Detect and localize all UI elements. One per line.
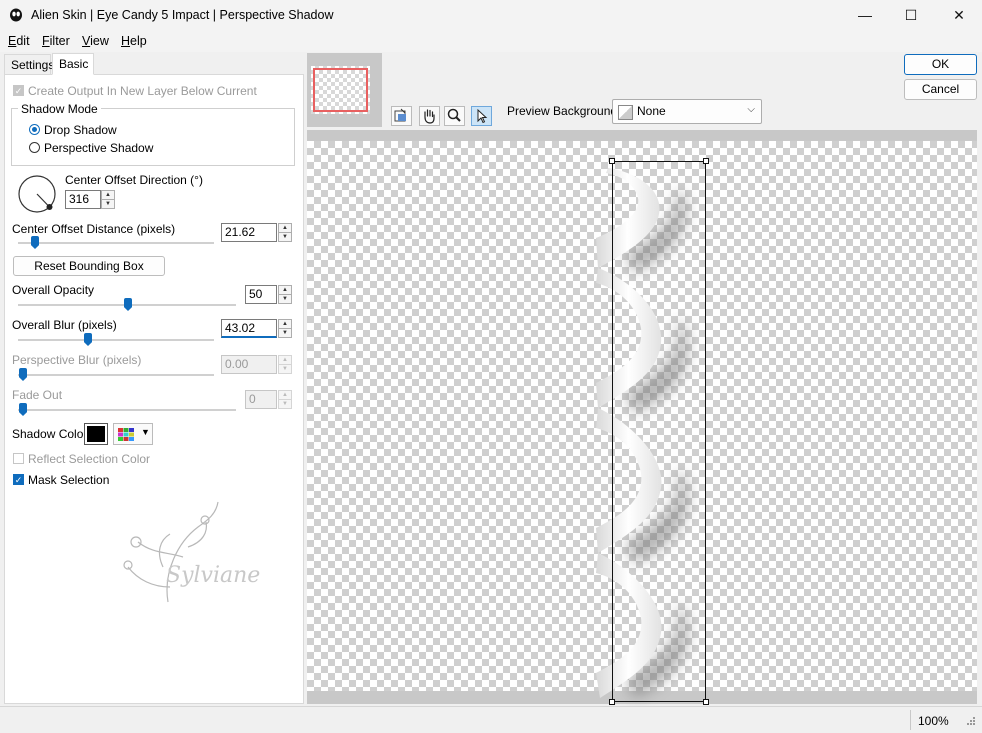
menu-filter[interactable]: Filter bbox=[42, 34, 70, 48]
hand-icon[interactable] bbox=[419, 106, 440, 126]
alien-skin-app-icon bbox=[10, 8, 22, 22]
center-offset-distance-track[interactable] bbox=[18, 242, 214, 244]
reflect-selection-color-checkbox bbox=[13, 453, 24, 464]
overall-blur-label: Overall Blur (pixels) bbox=[12, 318, 117, 332]
overall-opacity-label: Overall Opacity bbox=[12, 283, 95, 297]
fade-out-input: 0 bbox=[245, 390, 277, 409]
bounding-box-handle-br[interactable] bbox=[703, 699, 709, 705]
direction-down-icon[interactable]: ▼ bbox=[101, 199, 115, 209]
create-output-checkbox[interactable]: ✓ bbox=[13, 85, 24, 96]
shadow-color-swatch[interactable] bbox=[84, 423, 108, 445]
opacity-down-icon[interactable]: ▼ bbox=[278, 294, 292, 304]
menu-bar bbox=[0, 31, 982, 52]
preview-background-label: Preview Background: bbox=[507, 104, 621, 118]
close-button[interactable]: ✕ bbox=[936, 0, 982, 31]
fade-out-track bbox=[18, 409, 236, 411]
tab-settings[interactable]: Settings bbox=[4, 54, 54, 74]
transparent-swatch-icon bbox=[618, 105, 633, 120]
status-bar bbox=[0, 706, 982, 733]
create-output-label: Create Output In New Layer Below Current bbox=[28, 84, 257, 98]
minimize-button[interactable]: — bbox=[842, 0, 888, 31]
preview-background-select[interactable]: None ⌵ bbox=[612, 99, 762, 124]
mask-selection-label: Mask Selection bbox=[28, 473, 110, 487]
distance-down-icon[interactable]: ▼ bbox=[278, 232, 292, 242]
reflect-selection-color-label: Reflect Selection Color bbox=[28, 452, 151, 466]
navigator-view-rect[interactable] bbox=[313, 68, 368, 112]
color-picker-dropdown[interactable]: ▼ bbox=[113, 423, 153, 445]
shadow-color-label: Shadow Color bbox=[12, 427, 88, 441]
center-offset-distance-label: Center Offset Distance (pixels) bbox=[12, 222, 176, 236]
drop-shadow-radio[interactable] bbox=[29, 124, 40, 135]
sylviane-watermark: Sylviane bbox=[123, 501, 260, 603]
perspective-shadow-radio[interactable] bbox=[29, 142, 40, 153]
preview-background-value: None bbox=[637, 104, 666, 118]
ok-button[interactable]: OK bbox=[904, 54, 977, 75]
perspective-blur-label: Perspective Blur (pixels) bbox=[12, 353, 142, 367]
menu-view[interactable]: View bbox=[82, 34, 109, 48]
color-palette-icon bbox=[118, 428, 134, 441]
perspective-shadow-label: Perspective Shadow bbox=[44, 141, 154, 155]
menu-help[interactable]: Help bbox=[121, 34, 147, 48]
blur-down-icon[interactable]: ▼ bbox=[278, 328, 292, 338]
status-divider bbox=[910, 710, 911, 730]
arrow-icon[interactable] bbox=[471, 106, 492, 126]
perspective-blur-down-icon: ▼ bbox=[278, 364, 292, 374]
bounding-box-handle-bl[interactable] bbox=[609, 699, 615, 705]
center-offset-direction-label: Center Offset Direction (°) bbox=[65, 173, 203, 187]
reset-bounding-box-button[interactable]: Reset Bounding Box bbox=[13, 256, 165, 276]
bounding-box-handle-tr[interactable] bbox=[703, 158, 709, 164]
bounding-box-tool-icon[interactable] bbox=[391, 106, 412, 126]
bounding-box-handle-tl[interactable] bbox=[609, 158, 615, 164]
resize-grip-icon[interactable] bbox=[964, 716, 976, 728]
watermark-text: Sylviane bbox=[166, 563, 260, 588]
center-offset-direction-input[interactable]: 316 bbox=[65, 190, 101, 209]
chevron-down-icon: ⌵ bbox=[747, 104, 755, 115]
overall-blur-input[interactable]: 43.02 bbox=[221, 319, 277, 338]
maximize-button[interactable]: ☐ bbox=[888, 0, 934, 31]
zoom-level: 100% bbox=[918, 714, 949, 728]
overall-blur-track[interactable] bbox=[18, 339, 214, 341]
mask-selection-checkbox[interactable]: ✓ bbox=[13, 474, 24, 485]
shadow-mode-title: Shadow Mode bbox=[18, 102, 101, 116]
shadow-mode-group bbox=[11, 108, 295, 166]
bounding-box[interactable] bbox=[612, 161, 706, 702]
perspective-blur-input: 0.00 bbox=[221, 355, 277, 374]
cancel-button[interactable]: Cancel bbox=[904, 79, 977, 100]
overall-opacity-input[interactable]: 50 bbox=[245, 285, 277, 304]
center-offset-distance-input[interactable]: 21.62 bbox=[221, 223, 277, 242]
window-title: Alien Skin | Eye Candy 5 Impact | Perspe… bbox=[31, 8, 334, 22]
drop-shadow-label: Drop Shadow bbox=[44, 123, 117, 137]
tab-basic[interactable]: Basic bbox=[52, 53, 94, 75]
chevron-down-icon: ▼ bbox=[141, 427, 150, 437]
fade-out-down-icon: ▼ bbox=[278, 399, 292, 409]
fade-out-label: Fade Out bbox=[12, 388, 63, 402]
perspective-blur-track bbox=[18, 374, 214, 376]
zoom-icon[interactable] bbox=[444, 106, 465, 126]
menu-edit[interactable]: Edit bbox=[8, 34, 30, 48]
shadow-color-fill bbox=[87, 426, 105, 442]
direction-dial[interactable] bbox=[17, 174, 59, 216]
